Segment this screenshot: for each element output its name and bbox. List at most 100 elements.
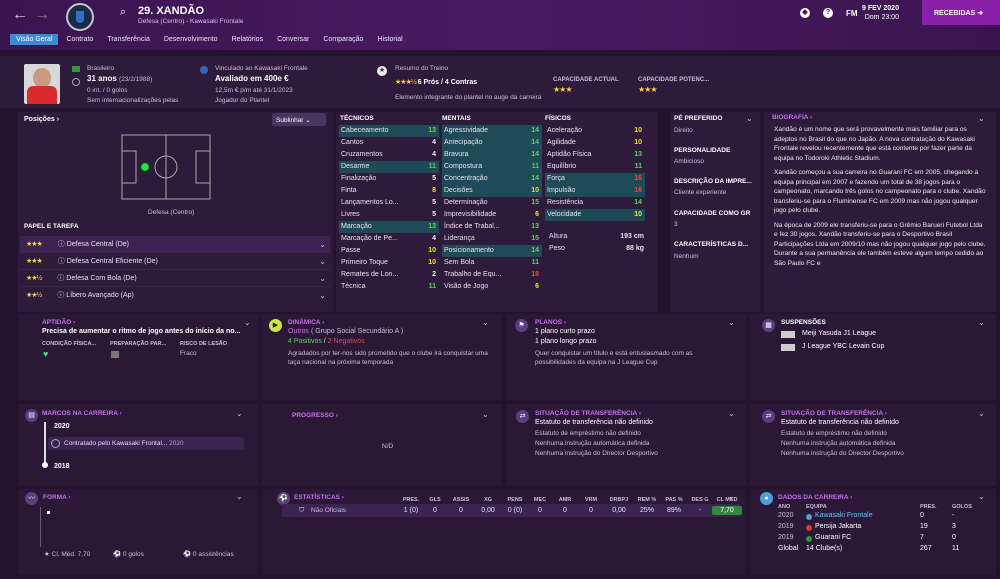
- role-row[interactable]: ★★★ ⓘ Defesa Central (De) ⌄: [20, 236, 330, 253]
- attribute-row[interactable]: Força 16: [545, 173, 645, 185]
- attribute-row[interactable]: Velocidade 10: [545, 209, 645, 221]
- attribute-row[interactable]: Agressividade 14: [442, 125, 542, 137]
- role-row[interactable]: ★★★ ⓘ Defesa Central Eficiente (De) ⌄: [20, 253, 330, 270]
- club-contract[interactable]: Vinculado ao Kawasaki Frontale: [215, 65, 308, 72]
- chevron-down-icon[interactable]: ⌄: [746, 114, 753, 123]
- attribute-row[interactable]: Finalização 5: [339, 173, 439, 185]
- training-title[interactable]: Resumo do Treino: [395, 65, 448, 72]
- attribute-row[interactable]: Concentração 14: [442, 173, 542, 185]
- attribute-row[interactable]: Aptidão Física 13: [545, 149, 645, 161]
- search-icon[interactable]: ⌕: [120, 6, 126, 19]
- attribute-row[interactable]: Passe 10: [339, 245, 439, 257]
- role-row[interactable]: ★★½ ⓘ Líbero Avançado (Ap) ⌄: [20, 287, 330, 304]
- attribute-row[interactable]: Finta 8: [339, 185, 439, 197]
- nationality[interactable]: Brasileiro: [87, 65, 114, 72]
- stats-value-cell: 89%: [666, 507, 681, 514]
- chevron-down-icon[interactable]: ⌄: [319, 287, 326, 304]
- chevron-down-icon[interactable]: ⌄: [319, 253, 326, 270]
- suspension-competition[interactable]: J League YBC Levain Cup: [802, 343, 884, 350]
- chevron-down-icon[interactable]: ⌄: [978, 492, 985, 501]
- back-button[interactable]: ←: [12, 6, 28, 24]
- attribute-value: 13: [634, 151, 642, 158]
- attribute-row[interactable]: Aceleração 10: [545, 125, 645, 137]
- attribute-row[interactable]: Cabeceamento 13: [339, 125, 439, 137]
- attribute-row[interactable]: Cruzamentos 4: [339, 149, 439, 161]
- chevron-down-icon[interactable]: ⌄: [319, 236, 326, 253]
- suspension-competition[interactable]: Meiji Yasuda J1 League: [802, 330, 876, 337]
- career-row[interactable]: 2019 Guarani FC 7 0: [778, 534, 988, 545]
- milestones-title[interactable]: MARCOS NA CARREIRA ›: [42, 410, 122, 417]
- attribute-row[interactable]: Livres 5: [339, 209, 439, 221]
- chevron-down-icon[interactable]: ⌄: [236, 409, 243, 418]
- chevron-down-icon[interactable]: ⌄: [978, 409, 985, 418]
- attribute-row[interactable]: Impulsão 16: [545, 185, 645, 197]
- attribute-row[interactable]: Técnica 11: [339, 281, 439, 293]
- tab-visao-geral[interactable]: Visão Geral: [10, 34, 59, 45]
- attribute-row[interactable]: Trabalho de Equ... 18: [442, 269, 542, 281]
- career-row[interactable]: 2019 Persija Jakarta 19 3: [778, 523, 988, 534]
- chevron-down-icon[interactable]: ⌄: [482, 410, 489, 419]
- inbox-button[interactable]: RECEBIDAS ➜: [922, 0, 1000, 25]
- chevron-down-icon[interactable]: ⌄: [728, 409, 735, 418]
- attribute-row[interactable]: Desarme 11: [339, 161, 439, 173]
- attribute-row[interactable]: Antecipação 14: [442, 137, 542, 149]
- attribute-row[interactable]: Agilidade 10: [545, 137, 645, 149]
- form-title[interactable]: FORMA ›: [43, 494, 71, 501]
- biography-title[interactable]: BIOGRAFIA ›: [772, 114, 812, 121]
- attribute-row[interactable]: Remates de Lon... 2: [339, 269, 439, 281]
- attribute-row[interactable]: Imprevisibilidade 6: [442, 209, 542, 221]
- shield-icon[interactable]: ◆: [800, 8, 810, 18]
- help-icon[interactable]: ?: [823, 8, 833, 18]
- attribute-row[interactable]: Sem Bola 11: [442, 257, 542, 269]
- forward-button[interactable]: →: [34, 6, 50, 24]
- player-subtitle[interactable]: Defesa (Centro) - Kawasaki Frontale: [138, 18, 244, 25]
- attribute-row[interactable]: Liderança 15: [442, 233, 542, 245]
- attribute-row[interactable]: Primeiro Toque 10: [339, 257, 439, 269]
- club-crest[interactable]: [66, 3, 94, 31]
- tab-comparacao[interactable]: Comparação: [317, 34, 369, 45]
- attribute-row[interactable]: Equilíbrio 11: [545, 161, 645, 173]
- chevron-down-icon[interactable]: ⌄: [978, 114, 985, 123]
- tab-historial[interactable]: Historial: [371, 34, 408, 45]
- tab-conversar[interactable]: Conversar: [271, 34, 315, 45]
- attribute-row[interactable]: Marcação de Pe... 4: [339, 233, 439, 245]
- fitness-title[interactable]: APTIDÃO ›: [42, 319, 75, 326]
- chevron-down-icon[interactable]: ⌄: [244, 318, 251, 327]
- attribute-row[interactable]: Cantos 4: [339, 137, 439, 149]
- attribute-row[interactable]: Marcação 13: [339, 221, 439, 233]
- attribute-row[interactable]: Bravura 14: [442, 149, 542, 161]
- attribute-row[interactable]: Compostura 11: [442, 161, 542, 173]
- positions-title[interactable]: Posições ›: [24, 116, 59, 123]
- career-row[interactable]: 2020 Kawasaki Frontale 0 -: [778, 512, 988, 523]
- tab-contrato[interactable]: Contrato: [60, 34, 99, 45]
- role-row[interactable]: ★★½ ⓘ Defesa Com Bola (De) ⌄: [20, 270, 330, 287]
- chevron-down-icon[interactable]: ⌄: [319, 270, 326, 287]
- tab-relatorios[interactable]: Relatórios: [226, 34, 270, 45]
- transfer-title[interactable]: SITUAÇÃO DE TRANSFERÊNCIA ›: [781, 410, 887, 417]
- milestone-item[interactable]: Contratado pelo Kawasaki Frontal... 2020: [48, 437, 244, 450]
- chevron-down-icon[interactable]: ⌄: [978, 318, 985, 327]
- attribute-row[interactable]: Resistência 14: [545, 197, 645, 209]
- highlight-select[interactable]: Sublinhar ⌄: [272, 113, 326, 126]
- fm-menu[interactable]: FM: [846, 9, 858, 18]
- attribute-row[interactable]: Lançamentos Lo... 5: [339, 197, 439, 209]
- chevron-down-icon[interactable]: ⌄: [236, 492, 243, 501]
- career-total-row[interactable]: Global 14 Clube(s) 267 11: [778, 545, 988, 556]
- tab-desenvolvimento[interactable]: Desenvolvimento: [158, 34, 224, 45]
- progress-title[interactable]: PROGRESSO ›: [292, 412, 338, 419]
- attribute-row[interactable]: Posicionamento 14: [442, 245, 542, 257]
- plans-title[interactable]: PLANOS ›: [535, 319, 566, 326]
- attribute-row[interactable]: Determinação 15: [442, 197, 542, 209]
- tab-transferencia[interactable]: Transferência: [101, 34, 156, 45]
- transfer-title[interactable]: SITUAÇÃO DE TRANSFERÊNCIA ›: [535, 410, 641, 417]
- attribute-row[interactable]: Índice de Trabal... 13: [442, 221, 542, 233]
- game-date[interactable]: 9 FEV 2020 Dom 23:00: [862, 4, 899, 22]
- statistics-title[interactable]: ESTATÍSTICAS ›: [294, 494, 344, 501]
- chevron-down-icon[interactable]: ⌄: [728, 318, 735, 327]
- career-data-title[interactable]: DADOS DA CARREIRA ›: [778, 494, 852, 501]
- chevron-down-icon[interactable]: ⌄: [482, 318, 489, 327]
- dynamics-title[interactable]: DINÂMICA ›: [288, 319, 324, 326]
- attribute-row[interactable]: Visão de Jogo 6: [442, 281, 542, 293]
- attribute-row[interactable]: Decisões 10: [442, 185, 542, 197]
- social-group[interactable]: Outros ( Grupo Social Secundário A ): [288, 328, 403, 335]
